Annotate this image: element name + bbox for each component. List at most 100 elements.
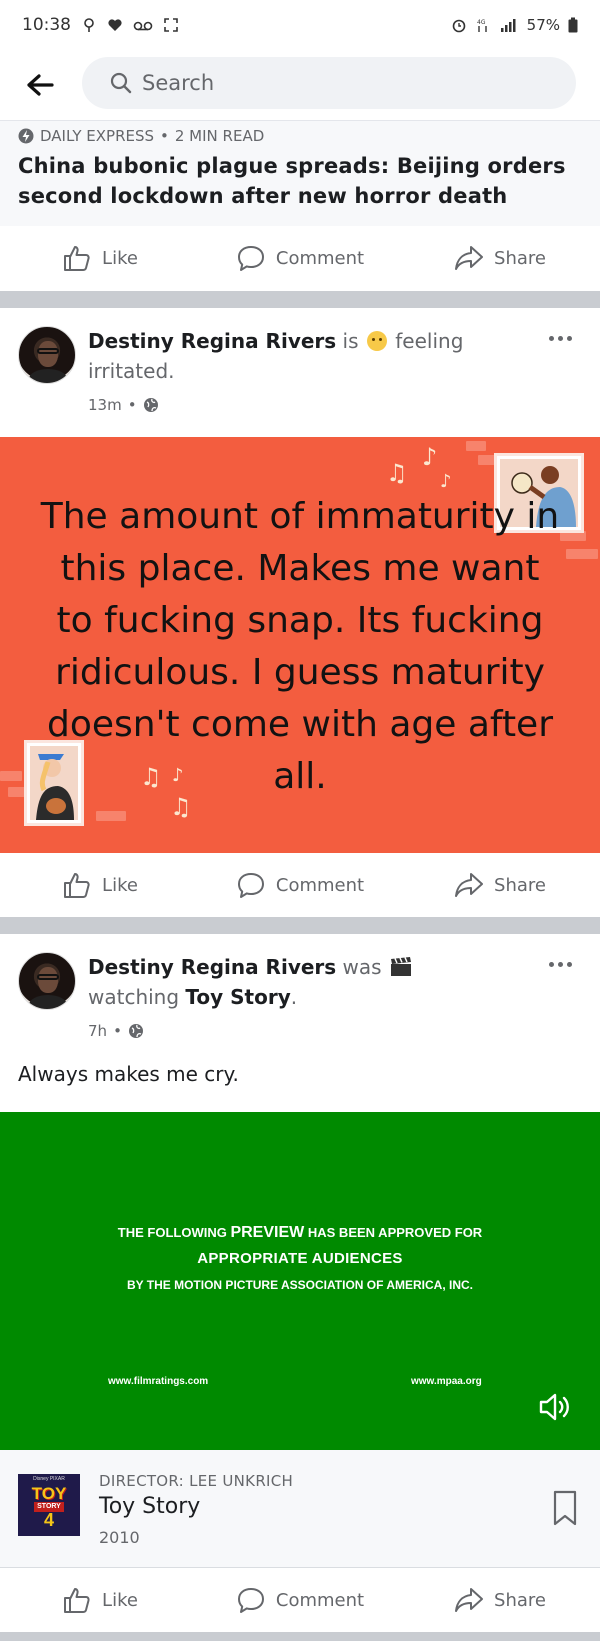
movie-director: DIRECTOR: LEE UNKRICH	[99, 1472, 294, 1490]
share-button[interactable]: Share	[400, 1568, 600, 1632]
rating-line-2: APPROPRIATE AUDIENCES	[197, 1250, 403, 1267]
movie-card[interactable]: Disney PIXAR TOY STORY 4 DIRECTOR: LEE U…	[0, 1450, 600, 1568]
like-button[interactable]: Like	[0, 1568, 200, 1632]
like-label: Like	[102, 247, 138, 269]
share-label: Share	[494, 874, 546, 896]
battery-percent: 57%	[526, 16, 560, 34]
screenshot-icon	[164, 18, 178, 32]
volume-icon[interactable]	[538, 1392, 572, 1422]
search-field[interactable]	[82, 57, 576, 109]
section-separator	[0, 917, 600, 934]
comment-icon	[237, 1588, 264, 1613]
clock: 10:38	[22, 15, 71, 35]
section-separator	[0, 1632, 600, 1641]
share-label: Share	[494, 1589, 546, 1611]
comment-button[interactable]: Comment	[200, 226, 400, 290]
search-icon	[110, 72, 132, 94]
music-note-icon: ♪	[422, 443, 438, 471]
article-source: DAILY EXPRESS	[40, 127, 155, 145]
search-header	[0, 50, 600, 120]
bookmark-icon[interactable]	[552, 1490, 578, 1526]
share-icon	[455, 873, 484, 897]
post-header: Destiny Regina Rivers was watching Toy S…	[0, 934, 600, 1044]
data-4g-icon: 4G	[477, 19, 487, 32]
globe-icon	[143, 398, 158, 412]
heart-icon	[108, 19, 122, 31]
post-actions: Like Comment Share	[0, 226, 600, 290]
rating-line-3: BY THE MOTION PICTURE ASSOCIATION OF AME…	[126, 1278, 473, 1292]
irritated-emoji-icon	[366, 331, 387, 351]
music-note-icon: ♫	[386, 459, 408, 487]
voicemail-icon	[133, 21, 153, 31]
movie-title[interactable]: Toy Story	[99, 1494, 200, 1519]
author-name[interactable]: Destiny Regina Rivers	[88, 955, 336, 979]
post-actions: Like Comment Share	[0, 1568, 600, 1632]
movie-year: 2010	[99, 1528, 140, 1547]
feeling-value: irritated.	[88, 359, 175, 383]
brick-decoration	[96, 811, 126, 821]
article-title: China bubonic plague spreads: Beijing or…	[18, 154, 566, 208]
shared-article[interactable]: DAILY EXPRESS • 2 MIN READ China bubonic…	[0, 120, 600, 226]
brick-decoration	[466, 441, 486, 451]
post-headline: Destiny Regina Rivers is feeling irritat…	[88, 329, 464, 383]
post-header: Destiny Regina Rivers is feeling irritat…	[0, 308, 600, 418]
url-filmratings: www.filmratings.com	[108, 1376, 209, 1387]
search-input[interactable]	[142, 71, 522, 95]
comment-label: Comment	[275, 1589, 365, 1611]
back-button[interactable]	[10, 55, 70, 115]
section-separator	[0, 291, 600, 308]
signal-icon	[500, 19, 516, 32]
rating-line-1: THE FOLLOWING PREVIEW HAS BEEN APPROVED …	[117, 1224, 483, 1241]
more-options-button[interactable]	[540, 326, 580, 350]
comment-button[interactable]: Comment	[200, 1568, 400, 1632]
movie-poster[interactable]: Disney PIXAR TOY STORY 4	[18, 1474, 80, 1536]
battery-icon	[568, 17, 578, 33]
post-time[interactable]: 7h	[88, 1022, 107, 1040]
url-mpaa: www.mpaa.org	[411, 1376, 482, 1387]
video-player[interactable]: THE FOLLOWING PREVIEW HAS BEEN APPROVED …	[0, 1112, 600, 1450]
share-icon	[455, 246, 484, 270]
share-button[interactable]: Share	[400, 226, 600, 290]
location-icon	[84, 18, 94, 32]
like-button[interactable]: Like	[0, 853, 200, 917]
like-button[interactable]: Like	[0, 226, 200, 290]
share-label: Share	[494, 247, 546, 269]
post-body: The amount of immaturity in this place. …	[40, 496, 560, 797]
comment-icon	[237, 246, 264, 271]
music-note-icon: ♪	[440, 471, 452, 492]
activity-object[interactable]: Toy Story	[185, 985, 290, 1009]
post-caption: Always makes me cry.	[18, 1062, 239, 1086]
globe-icon	[128, 1024, 143, 1038]
post-actions: Like Comment Share	[0, 853, 600, 917]
like-icon	[64, 1588, 90, 1613]
post-meta: 13m •	[88, 396, 159, 414]
like-label: Like	[102, 1589, 138, 1611]
brick-decoration	[566, 549, 598, 559]
svg-text:4G: 4G	[477, 19, 486, 26]
brick-decoration	[0, 771, 22, 781]
post-headline: Destiny Regina Rivers was watching Toy S…	[88, 952, 508, 1012]
clapperboard-icon	[390, 957, 411, 976]
comment-label: Comment	[275, 247, 365, 269]
more-options-button[interactable]	[540, 952, 580, 976]
avatar[interactable]	[18, 326, 76, 384]
like-icon	[64, 246, 90, 271]
like-label: Like	[102, 874, 138, 896]
avatar[interactable]	[18, 952, 76, 1010]
comment-label: Comment	[275, 874, 365, 896]
alarm-icon	[452, 19, 465, 33]
author-name[interactable]: Destiny Regina Rivers	[88, 329, 336, 353]
instant-article-icon	[18, 128, 34, 144]
comment-icon	[237, 873, 264, 898]
post-background-text: ♫ ♪ ♪ ♫ ♫ ♪ The amount of immaturity in …	[0, 437, 600, 853]
article-source-row: DAILY EXPRESS • 2 MIN READ	[18, 125, 582, 147]
share-button[interactable]: Share	[400, 853, 600, 917]
like-icon	[64, 873, 90, 898]
article-read-time: 2 MIN READ	[174, 127, 265, 145]
comment-button[interactable]: Comment	[200, 853, 400, 917]
post-time[interactable]: 13m	[88, 396, 122, 414]
status-bar: 10:38 4G 57%	[0, 0, 600, 50]
back-arrow-icon	[27, 74, 54, 96]
share-icon	[455, 1588, 484, 1612]
post-meta: 7h •	[88, 1022, 144, 1040]
